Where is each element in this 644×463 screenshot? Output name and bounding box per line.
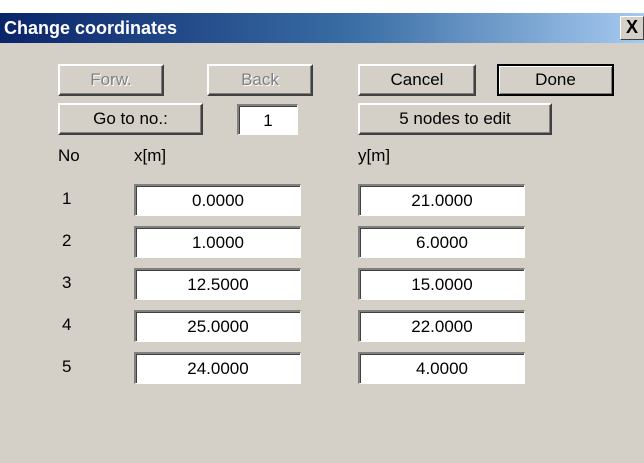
dialog-title: Change coordinates	[4, 18, 178, 38]
y-coordinate-field[interactable]: 15.0000	[358, 268, 525, 300]
x-coordinate-field[interactable]: 25.0000	[134, 310, 301, 342]
change-coordinates-dialog: Change coordinates X Forw. Back Cancel D…	[0, 13, 644, 463]
row-number: 1	[62, 189, 72, 208]
screen-top-strip	[0, 0, 644, 13]
header-no: No	[58, 146, 80, 165]
forward-button[interactable]: Forw.	[58, 64, 164, 96]
x-coordinate-field[interactable]: 12.5000	[134, 268, 301, 300]
close-button[interactable]: X	[620, 16, 644, 40]
cancel-button[interactable]: Cancel	[358, 64, 476, 96]
y-coordinate-field[interactable]: 21.0000	[358, 184, 525, 216]
nodes-to-edit-button[interactable]: 5 nodes to edit	[358, 103, 552, 135]
row-number: 5	[62, 357, 72, 376]
y-coordinate-field[interactable]: 6.0000	[358, 226, 525, 258]
x-coordinate-field[interactable]: 0.0000	[134, 184, 301, 216]
back-button[interactable]: Back	[207, 64, 313, 96]
y-coordinate-field[interactable]: 22.0000	[358, 310, 525, 342]
close-icon: X	[625, 17, 638, 37]
row-number: 2	[62, 231, 72, 250]
x-coordinate-field[interactable]: 24.0000	[134, 352, 301, 384]
header-x: x[m]	[134, 146, 167, 165]
row-number: 3	[62, 273, 72, 292]
go-to-number-input[interactable]: 1	[237, 104, 298, 135]
row-number: 4	[62, 315, 72, 334]
title-bar[interactable]: Change coordinates X	[0, 13, 644, 43]
header-y: y[m]	[358, 146, 391, 165]
go-to-number-button[interactable]: Go to no.:	[58, 103, 203, 135]
done-button[interactable]: Done	[497, 64, 614, 96]
x-coordinate-field[interactable]: 1.0000	[134, 226, 301, 258]
y-coordinate-field[interactable]: 4.0000	[358, 352, 525, 384]
